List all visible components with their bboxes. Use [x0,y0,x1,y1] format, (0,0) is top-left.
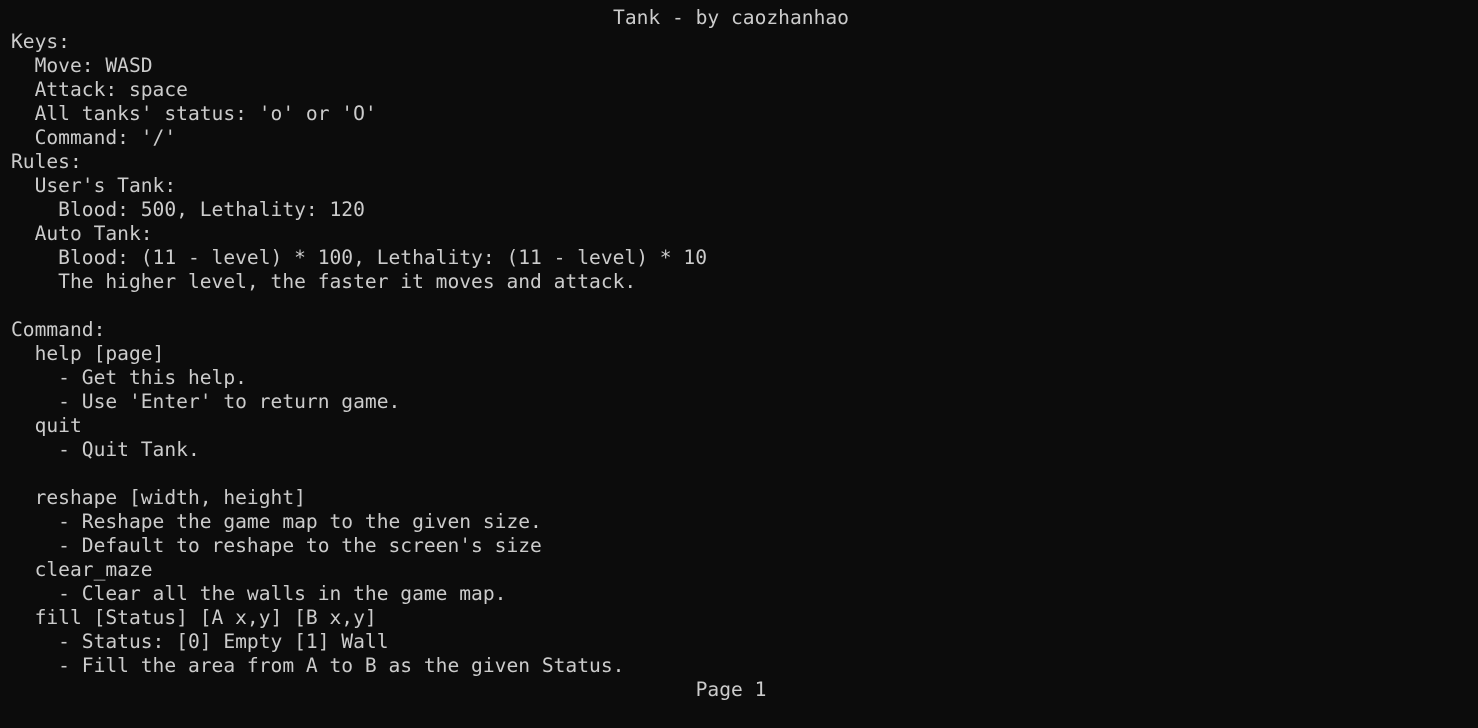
command-clear-maze-desc: - Clear all the walls in the game map. [11,582,507,605]
rule-auto-tank-heading: Auto Tank: [11,222,153,245]
help-content: Keys: Move: WASD Attack: space All tanks… [11,30,1478,678]
rule-auto-tank-note: The higher level, the faster it moves an… [11,270,637,293]
command-help-desc-1: - Get this help. [11,366,247,389]
section-heading-keys: Keys: [11,30,70,53]
command-fill-desc-2: - Fill the area from A to B as the given… [11,654,625,677]
command-help: help [page] [11,342,165,365]
key-command: Command: '/' [11,126,177,149]
command-reshape-desc-1: - Reshape the game map to the given size… [11,510,542,533]
terminal-window[interactable]: Tank - by caozhanhao Keys: Move: WASD At… [0,0,1478,728]
key-attack: Attack: space [11,78,188,101]
section-heading-rules: Rules: [11,150,82,173]
command-reshape-desc-2: - Default to reshape to the screen's siz… [11,534,542,557]
help-title: Tank - by caozhanhao [613,6,849,29]
command-help-desc-2: - Use 'Enter' to return game. [11,390,401,413]
command-quit-desc: - Quit Tank. [11,438,200,461]
rule-user-tank-heading: User's Tank: [11,174,177,197]
command-quit: quit [11,414,82,437]
command-clear-maze: clear_maze [11,558,153,581]
key-status: All tanks' status: 'o' or 'O' [11,102,377,125]
page-indicator: Page 1 [695,678,767,701]
key-move: Move: WASD [11,54,153,77]
command-fill-desc-1: - Status: [0] Empty [1] Wall [11,630,389,653]
rule-auto-tank-stats: Blood: (11 - level) * 100, Lethality: (1… [11,246,707,269]
command-reshape: reshape [width, height] [11,486,306,509]
section-heading-command: Command: [11,318,106,341]
rule-user-tank-stats: Blood: 500, Lethality: 120 [11,198,365,221]
command-fill: fill [Status] [A x,y] [B x,y] [11,606,377,629]
